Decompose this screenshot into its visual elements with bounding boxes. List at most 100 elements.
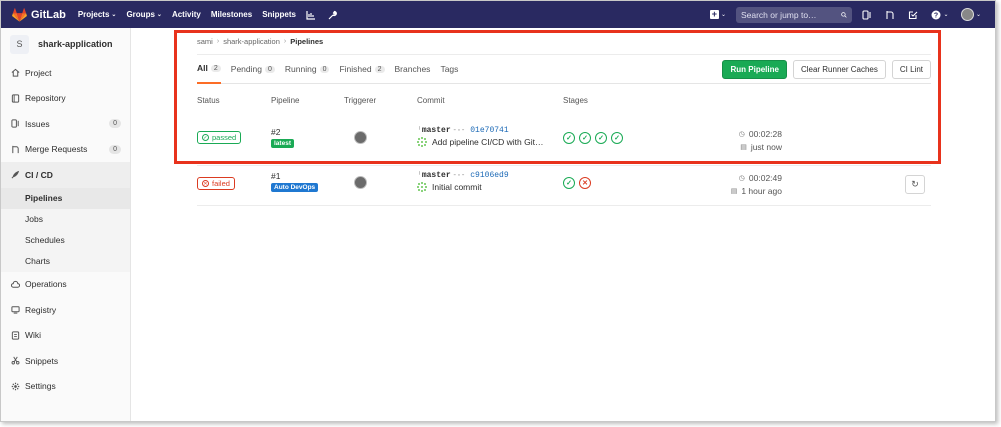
- avatar[interactable]: [354, 131, 367, 144]
- new-dropdown-button[interactable]: + ⌄: [709, 10, 726, 19]
- search-icon: [841, 11, 847, 18]
- close-circle-icon: ✕: [202, 180, 209, 187]
- commit-message-link[interactable]: Add pipeline CI/CD with Git…: [432, 137, 544, 147]
- sidebar-item-ci-cd[interactable]: CI / CD: [1, 162, 130, 188]
- status-text: failed: [212, 179, 230, 188]
- stage-status-icon[interactable]: ✓: [563, 177, 575, 189]
- column-header-triggerer: Triggerer: [344, 96, 377, 105]
- sidebar-subitem-jobs[interactable]: Jobs: [1, 209, 130, 230]
- sidebar-item-label: Merge Requests: [25, 144, 88, 155]
- nav-activity[interactable]: Activity: [172, 10, 201, 19]
- tab-tags[interactable]: Tags: [440, 54, 458, 84]
- stage-status-icon[interactable]: ✓: [579, 132, 591, 144]
- branch-link[interactable]: master: [422, 126, 451, 135]
- sidebar-project-header[interactable]: S shark-application: [1, 28, 130, 60]
- breadcrumb-current[interactable]: Pipelines: [290, 37, 323, 46]
- finished-time-text: just now: [750, 141, 782, 152]
- duration-text: 00:02:28: [748, 128, 782, 139]
- nav-snippets[interactable]: Snippets: [262, 10, 296, 19]
- sidebar-item-label: Repository: [25, 93, 66, 104]
- chevron-right-icon: ›: [216, 38, 220, 45]
- tab-count-badge: 0: [264, 65, 275, 73]
- commit-message: Add pipeline CI/CD with Git…: [417, 137, 544, 147]
- commit-icon: -◦-: [452, 171, 466, 180]
- tab-running[interactable]: Running 0: [285, 54, 330, 84]
- tab-branches[interactable]: Branches: [395, 54, 431, 84]
- sidebar-subitem-schedules[interactable]: Schedules: [1, 230, 130, 251]
- sidebar-item-wiki[interactable]: Wiki: [1, 323, 130, 349]
- status-text: passed: [212, 133, 237, 142]
- pipeline-stages: ✓ ✕: [563, 177, 595, 189]
- tab-label: All: [197, 63, 208, 73]
- breadcrumb-sami[interactable]: sami: [197, 37, 213, 46]
- nav-groups[interactable]: Groups ⌄: [126, 10, 161, 19]
- tanuki-icon: [12, 7, 27, 22]
- column-header-commit: Commit: [417, 96, 445, 105]
- tab-finished[interactable]: Finished 2: [339, 54, 385, 84]
- merge-requests-count-badge: 0: [109, 144, 121, 154]
- sidebar-subitem-pipelines[interactable]: Pipelines: [1, 187, 130, 209]
- sidebar-item-operations[interactable]: Operations: [1, 272, 130, 298]
- book-icon: [11, 94, 20, 103]
- commit-message: Initial commit: [417, 182, 509, 192]
- project-sidebar: S shark-application Project Repository I…: [1, 28, 131, 421]
- finished-time-text: 1 hour ago: [741, 185, 782, 196]
- sidebar-item-project[interactable]: Project: [1, 60, 130, 86]
- help-icon[interactable]: ? ⌄: [931, 9, 949, 20]
- stage-status-icon[interactable]: ✓: [563, 132, 575, 144]
- auto-devops-tag-badge: Auto DevOps: [271, 183, 319, 192]
- commit-message-link[interactable]: Initial commit: [432, 182, 482, 192]
- sidebar-item-snippets[interactable]: Snippets: [1, 348, 130, 374]
- sidebar-item-label: Issues: [25, 118, 50, 129]
- sidebar-subitem-charts[interactable]: Charts: [1, 251, 130, 272]
- brand-name: GitLab: [31, 8, 66, 21]
- tab-pending[interactable]: Pending 0: [231, 54, 275, 84]
- nav-projects[interactable]: Projects ⌄: [78, 10, 117, 19]
- column-header-status: Status: [197, 96, 220, 105]
- issues-icon[interactable]: [862, 9, 873, 20]
- wrench-icon[interactable]: [327, 9, 338, 20]
- commit-sha-link[interactable]: c9106ed9: [470, 171, 508, 180]
- retry-icon: ↻: [911, 179, 919, 189]
- sidebar-item-repository[interactable]: Repository: [1, 86, 130, 112]
- pipeline-id-link[interactable]: #1: [271, 171, 318, 181]
- run-pipeline-button[interactable]: Run Pipeline: [722, 59, 787, 79]
- breadcrumb-project[interactable]: shark-application: [223, 37, 280, 46]
- clear-runner-caches-button[interactable]: Clear Runner Caches: [792, 59, 886, 79]
- table-row: ✕ failed #1 Auto DevOps ᛌ master -◦- c91…: [197, 166, 931, 206]
- search-input[interactable]: [740, 9, 841, 20]
- user-menu[interactable]: ⌄: [960, 8, 981, 21]
- sidebar-item-issues[interactable]: Issues 0: [1, 111, 130, 137]
- retry-pipeline-button[interactable]: ↻: [905, 175, 925, 194]
- sidebar-item-settings[interactable]: Settings: [1, 374, 130, 400]
- wiki-icon: [11, 331, 20, 340]
- stage-status-icon[interactable]: ✓: [595, 132, 607, 144]
- pipeline-stages: ✓ ✓ ✓ ✓: [563, 132, 627, 144]
- todo-icon[interactable]: [908, 9, 919, 20]
- branch-link[interactable]: master: [422, 171, 451, 180]
- issues-count-badge: 0: [109, 119, 121, 129]
- search-box[interactable]: [735, 6, 852, 23]
- column-header-stages: Stages: [563, 96, 588, 105]
- merge-request-icon[interactable]: [885, 9, 896, 20]
- sidebar-item-registry[interactable]: Registry: [1, 297, 130, 323]
- ci-lint-button[interactable]: CI Lint: [891, 59, 931, 79]
- sidebar-item-merge-requests[interactable]: Merge Requests 0: [1, 137, 130, 163]
- tab-all[interactable]: All 2: [197, 54, 221, 84]
- issues-icon: [11, 119, 19, 128]
- ci-cd-submenu: Pipelines Jobs Schedules Charts: [1, 187, 130, 272]
- commit-sha-link[interactable]: 01e70741: [470, 126, 508, 135]
- status-badge[interactable]: ✕ failed: [197, 177, 235, 190]
- stage-status-icon[interactable]: ✕: [579, 177, 591, 189]
- avatar[interactable]: [354, 176, 367, 189]
- chart-icon[interactable]: [306, 9, 317, 20]
- nav-milestones[interactable]: Milestones: [211, 10, 252, 19]
- pipeline-id-link[interactable]: #2: [271, 127, 294, 137]
- gitlab-logo[interactable]: GitLab: [12, 7, 66, 22]
- sidebar-item-label: Wiki: [25, 330, 42, 341]
- status-badge[interactable]: ✓ passed: [197, 131, 242, 144]
- tab-label: Pending: [230, 64, 262, 74]
- chevron-down-icon: ⌄: [975, 12, 981, 18]
- app-window: GitLab Projects ⌄ Groups ⌄ Activity Milest…: [0, 0, 996, 422]
- stage-status-icon[interactable]: ✓: [611, 132, 623, 144]
